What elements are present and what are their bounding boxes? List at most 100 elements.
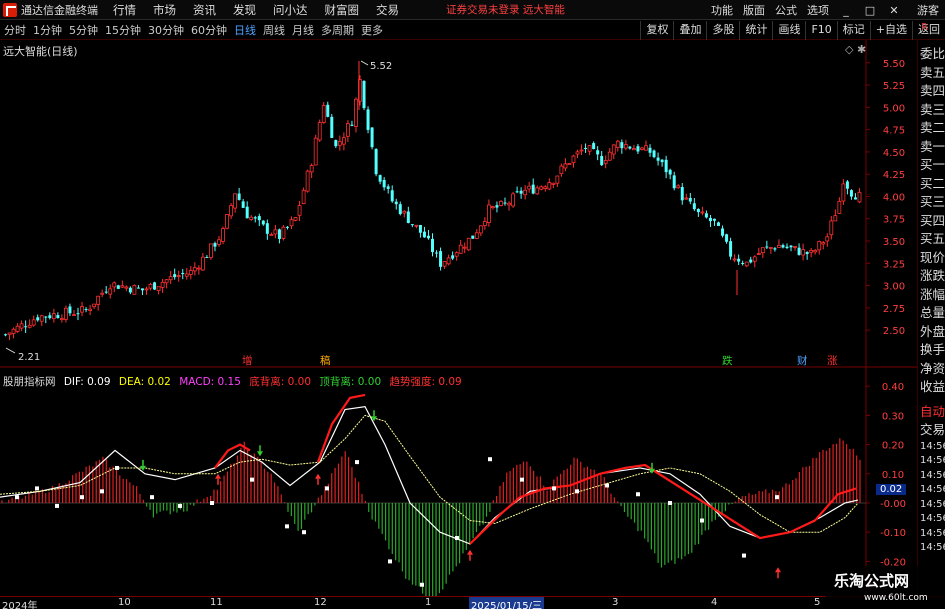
candle-body — [168, 276, 173, 281]
menu-item-trade[interactable]: 交易 — [376, 2, 399, 18]
side-tab-net-assets[interactable]: 净资 — [918, 360, 945, 379]
side-tab-volume[interactable]: 总量 — [918, 304, 945, 323]
candle-body — [535, 187, 540, 195]
restore-rights-button[interactable]: 复权 — [640, 21, 673, 40]
period-tab-weekly[interactable]: 周线 — [263, 22, 285, 38]
side-tab-buy2[interactable]: 买二 — [918, 175, 945, 194]
candle-body — [326, 104, 330, 117]
time-label: 3 — [612, 597, 619, 608]
candle-body — [44, 316, 48, 318]
period-tab-monthly[interactable]: 月线 — [292, 22, 314, 38]
signal-dot — [178, 503, 182, 508]
side-tab-change-pct[interactable]: 涨幅 — [918, 286, 945, 305]
minimize-icon[interactable]: _ — [839, 4, 853, 17]
side-tab-sell2[interactable]: 卖二 — [918, 119, 945, 138]
candle-body — [140, 288, 144, 291]
candle-body — [603, 160, 608, 164]
candle-body — [768, 247, 773, 249]
macd-tick-label: 0.40 — [882, 382, 904, 393]
candle-body — [330, 116, 334, 138]
period-tab-60min[interactable]: 60分钟 — [191, 22, 227, 38]
macd-value: MACD: 0.15 — [179, 376, 241, 388]
menu-item-market[interactable]: 行情 — [113, 2, 136, 18]
side-tab-change[interactable]: 涨跌 — [918, 267, 945, 286]
signal-dot — [742, 553, 746, 558]
overlay-button[interactable]: 叠加 — [673, 21, 706, 40]
period-tab-daily[interactable]: 日线 — [234, 22, 256, 38]
side-tab-outer[interactable]: 外盘 — [918, 323, 945, 342]
candle-body — [59, 318, 64, 320]
side-tab-trade[interactable]: 交易 — [918, 421, 945, 440]
candle-body — [362, 80, 366, 109]
period-tab-30min[interactable]: 30分钟 — [148, 22, 184, 38]
candle-body — [144, 288, 149, 291]
candle-body — [486, 204, 491, 224]
candle-body — [402, 210, 407, 214]
candle-body — [184, 273, 189, 277]
candle-body — [88, 308, 92, 311]
candle-body — [261, 220, 265, 225]
candle-body — [293, 217, 298, 221]
side-tab-buy1[interactable]: 买一 — [918, 156, 945, 175]
menu-item-news[interactable]: 资讯 — [193, 2, 216, 18]
menu-item-discover[interactable]: 发现 — [233, 2, 256, 18]
candle-body — [499, 201, 503, 206]
candle-body — [442, 261, 447, 267]
menu-item-formula[interactable]: 公式 — [775, 2, 797, 18]
event-marker: 稿 — [320, 354, 331, 367]
candle-body — [543, 186, 548, 190]
side-tab-buy3[interactable]: 买三 — [918, 193, 945, 212]
candle-body — [749, 259, 753, 263]
candle-body — [668, 169, 672, 175]
candle-body — [567, 163, 572, 165]
side-tab-sell5[interactable]: 卖五 — [918, 64, 945, 83]
price-tick-label: 5.00 — [883, 103, 905, 114]
period-tab-timeshare[interactable]: 分时 — [4, 22, 26, 38]
candle-body — [112, 282, 117, 288]
chart-area[interactable]: 5.50 5.25 5.00 4.75 4.50 4.25 4.00 3.75 3.50 3.25… — [0, 40, 917, 596]
menu-item-function[interactable]: 功能 — [711, 2, 733, 18]
maximize-icon[interactable]: □ — [863, 4, 877, 17]
indicator-name[interactable]: 股朋指标网 — [3, 376, 56, 388]
candle-body — [773, 248, 777, 250]
side-tab-turnover[interactable]: 换手 — [918, 341, 945, 360]
menu-item-wealth[interactable]: 财富圈 — [325, 2, 360, 18]
period-tab-5min[interactable]: 5分钟 — [69, 22, 98, 38]
main-chart-controls[interactable]: ◇ ✱ — [845, 43, 866, 56]
period-tab-1min[interactable]: 1分钟 — [33, 22, 62, 38]
signal-dot — [150, 495, 154, 500]
add-watchlist-button[interactable]: +自选 — [869, 21, 912, 40]
statistics-button[interactable]: 统计 — [739, 21, 772, 40]
candle-body — [611, 144, 616, 155]
price-tick-label: 3.75 — [883, 215, 905, 226]
menu-item-options[interactable]: 选项 — [807, 2, 829, 18]
candle-body — [285, 226, 289, 228]
period-tab-15min[interactable]: 15分钟 — [105, 22, 141, 38]
f10-button[interactable]: F10 — [805, 21, 836, 40]
side-tab-sell4[interactable]: 卖四 — [918, 82, 945, 101]
candle-body — [446, 257, 451, 265]
side-tab-sell3[interactable]: 卖三 — [918, 101, 945, 120]
side-tab-earnings[interactable]: 收益 — [918, 378, 945, 397]
candle-body — [503, 202, 507, 204]
candle-body — [587, 145, 592, 152]
candle-body — [805, 251, 809, 255]
side-tab-order-ratio[interactable]: 委比 — [918, 45, 945, 64]
side-tab-price[interactable]: 现价 — [918, 249, 945, 268]
period-tab-more[interactable]: 更多 — [361, 22, 383, 38]
multi-stock-button[interactable]: 多股 — [706, 21, 739, 40]
close-icon[interactable]: ✕ — [887, 4, 901, 17]
period-tab-multi[interactable]: 多周期 — [321, 22, 354, 38]
menu-item-layout[interactable]: 版面 — [743, 2, 765, 18]
side-tab-buy5[interactable]: 买五 — [918, 230, 945, 249]
candle-body — [664, 159, 668, 173]
menu-item-assistant[interactable]: 问小达 — [273, 2, 308, 18]
back-button[interactable]: 返回 — [912, 21, 945, 40]
side-tab-sell1[interactable]: 卖一 — [918, 138, 945, 157]
menu-item-markets[interactable]: 市场 — [153, 2, 176, 18]
draw-line-button[interactable]: 画线 — [772, 21, 805, 40]
user-button[interactable]: 游客 — [917, 2, 939, 18]
mark-button[interactable]: 标记 — [836, 21, 870, 40]
side-tab-buy4[interactable]: 买四 — [918, 212, 945, 231]
side-tab-auto[interactable]: 自动 — [918, 403, 945, 422]
